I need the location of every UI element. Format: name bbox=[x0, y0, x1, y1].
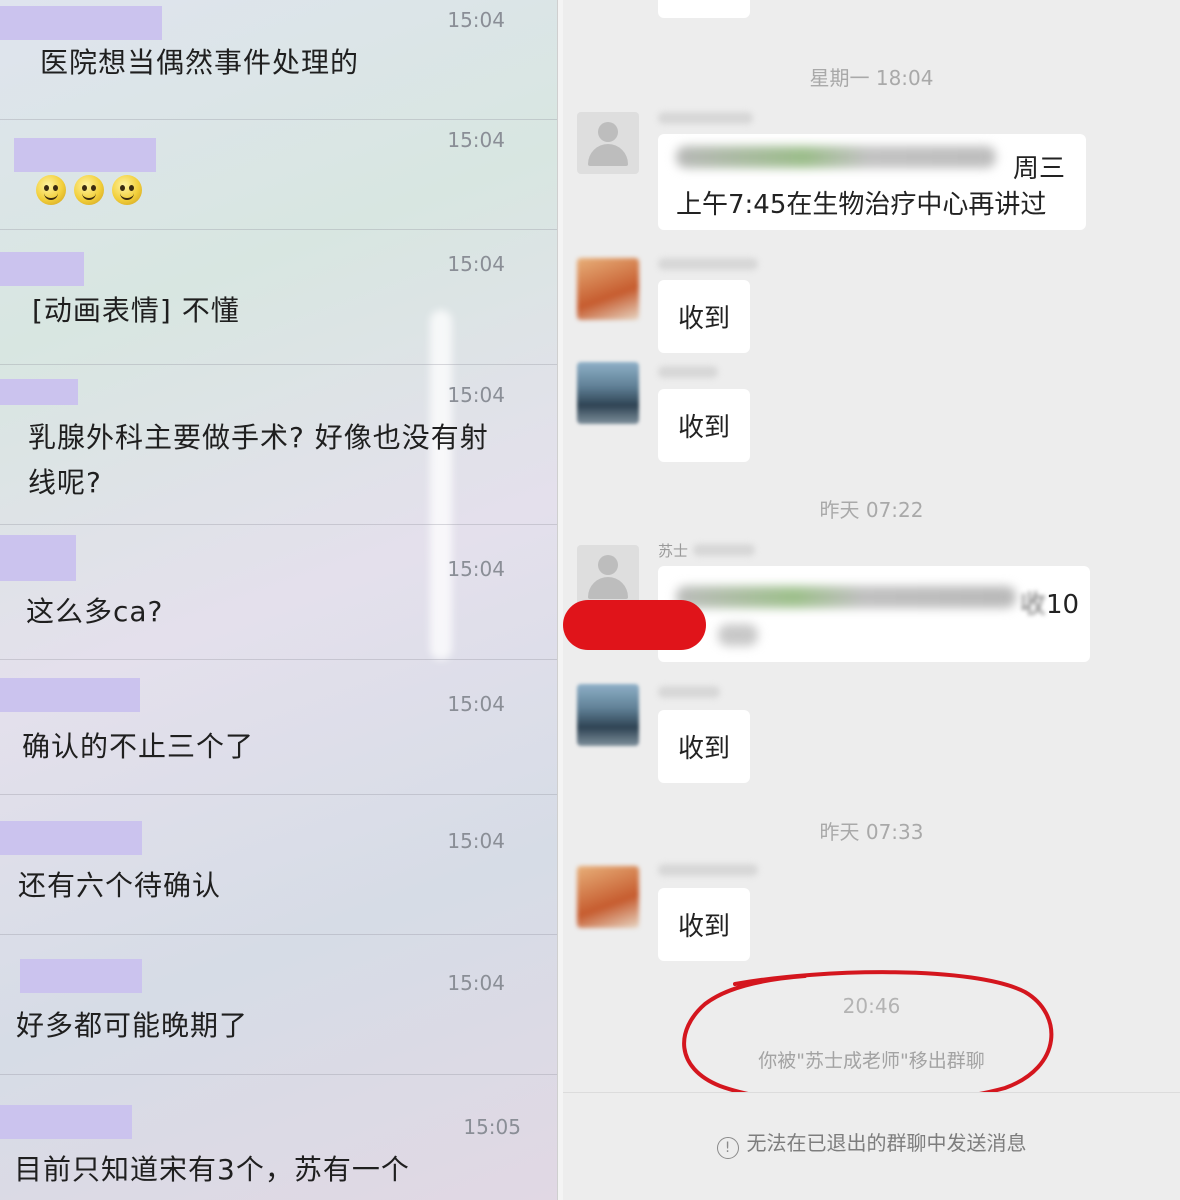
avatar[interactable] bbox=[577, 684, 639, 746]
list-item[interactable]: 15:05 目前只知道宋有3个，苏有一个 bbox=[0, 1075, 557, 1200]
message-text: 上午7:45在生物治疗中心再讲过 bbox=[676, 190, 1047, 220]
timestamp: 昨天 07:33 bbox=[819, 820, 924, 844]
info-icon: ! bbox=[716, 1137, 739, 1159]
list-item[interactable]: 15:04 还有六个待确认 bbox=[0, 795, 557, 935]
smiley-icon bbox=[74, 175, 104, 205]
right-screenshot-group-chat: 星期一 18:04 周三 上午7:45在生物治疗中心再讲过 收到 收到 昨天 0… bbox=[563, 0, 1180, 1200]
removed-from-group-notice: 你被"苏士成老师"移出群聊 bbox=[758, 1050, 985, 1072]
message-text: [动画表情] 不懂 bbox=[32, 294, 240, 327]
timestamp: 20:46 bbox=[842, 994, 901, 1018]
message-bubble[interactable]: 收到 bbox=[658, 280, 751, 353]
avatar[interactable] bbox=[577, 112, 639, 174]
red-highlight-circle bbox=[682, 970, 1054, 1107]
avatar[interactable] bbox=[577, 362, 639, 424]
list-item[interactable]: 15:04 乳腺外科主要做手术? 好像也没有射线呢? bbox=[0, 365, 557, 525]
left-screenshot-chat: 15:04 医院想当偶然事件处理的 15:04 15:04 [动画表情] 不懂 … bbox=[0, 0, 557, 1200]
message-bubble[interactable]: 收10 bbox=[658, 566, 1090, 662]
message-time: 15:04 bbox=[447, 692, 505, 716]
message-emojis bbox=[36, 166, 150, 211]
redacted-name bbox=[0, 535, 76, 581]
message-bubble[interactable]: 收到 bbox=[658, 710, 751, 783]
message-text: 收10 bbox=[1020, 590, 1080, 620]
message-bubble[interactable]: 收到 bbox=[658, 888, 751, 961]
redacted-name bbox=[0, 6, 162, 40]
message-time: 15:04 bbox=[447, 383, 505, 407]
redacted-name bbox=[20, 959, 142, 993]
message-text: 乳腺外科主要做手术? 好像也没有射线呢? bbox=[28, 421, 489, 499]
redacted-name bbox=[0, 678, 140, 712]
message-time: 15:04 bbox=[447, 829, 505, 853]
redacted-name bbox=[0, 821, 142, 855]
avatar[interactable] bbox=[577, 258, 639, 320]
sender-name-blurred bbox=[658, 366, 718, 378]
sender-name-blurred bbox=[658, 864, 758, 876]
message-text: 确认的不止三个了 bbox=[22, 730, 255, 763]
chat-footer: ! 无法在已退出的群聊中发送消息 bbox=[563, 1092, 1180, 1200]
message-bubble[interactable]: 周三 上午7:45在生物治疗中心再讲过 bbox=[658, 134, 1086, 230]
message-time: 15:04 bbox=[447, 971, 505, 995]
message-text: 收到 bbox=[678, 734, 731, 764]
list-item[interactable]: 15:04 这么多ca? bbox=[0, 525, 557, 660]
sender-name-blurred bbox=[658, 112, 753, 124]
message-time: 15:04 bbox=[447, 252, 505, 276]
smiley-icon bbox=[112, 175, 142, 205]
redacted-name bbox=[0, 1105, 132, 1139]
message-text: 周三 bbox=[1013, 154, 1066, 184]
message-text: 还有六个待确认 bbox=[18, 869, 222, 902]
list-item[interactable]: 15:04 医院想当偶然事件处理的 bbox=[0, 0, 557, 120]
message-text: 收到 bbox=[678, 413, 731, 443]
cannot-send-text: 无法在已退出的群聊中发送消息 bbox=[746, 1131, 1027, 1155]
timestamp: 昨天 07:22 bbox=[819, 498, 924, 522]
list-item[interactable]: 15:04 确认的不止三个了 bbox=[0, 660, 557, 795]
list-item[interactable]: 15:04 好多都可能晚期了 bbox=[0, 935, 557, 1075]
sender-name-blurred bbox=[658, 258, 758, 270]
redacted-name bbox=[0, 379, 78, 405]
message-text: 收到 bbox=[678, 912, 731, 942]
list-item[interactable]: 15:04 bbox=[0, 120, 557, 230]
red-redaction-mark bbox=[563, 600, 706, 650]
sender-name: 苏士 bbox=[658, 542, 689, 560]
message-text: 目前只知道宋有3个，苏有一个 bbox=[14, 1153, 410, 1186]
list-item[interactable]: 15:04 [动画表情] 不懂 bbox=[0, 230, 557, 365]
message-text: 这么多ca? bbox=[26, 595, 164, 628]
message-bubble[interactable]: 收到 bbox=[658, 389, 751, 462]
message-time: 15:04 bbox=[447, 8, 505, 32]
message-time: 15:04 bbox=[447, 557, 505, 581]
avatar[interactable] bbox=[577, 866, 639, 928]
timestamp: 星期一 18:04 bbox=[809, 66, 934, 90]
message-text: 医院想当偶然事件处理的 bbox=[40, 46, 360, 79]
message-text: 收到 bbox=[678, 304, 731, 334]
message-time: 15:04 bbox=[447, 128, 505, 152]
message-text: 好多都可能晚期了 bbox=[16, 1009, 249, 1042]
redacted-name bbox=[0, 252, 84, 286]
sender-name-blurred bbox=[658, 686, 720, 698]
sender-name-blurred bbox=[693, 544, 755, 556]
smiley-icon bbox=[36, 175, 66, 205]
avatar[interactable] bbox=[577, 545, 639, 607]
cannot-send-notice: ! 无法在已退出的群聊中发送消息 bbox=[563, 1127, 1180, 1159]
message-time: 15:05 bbox=[463, 1115, 521, 1139]
message-bubble-cut bbox=[658, 0, 750, 18]
